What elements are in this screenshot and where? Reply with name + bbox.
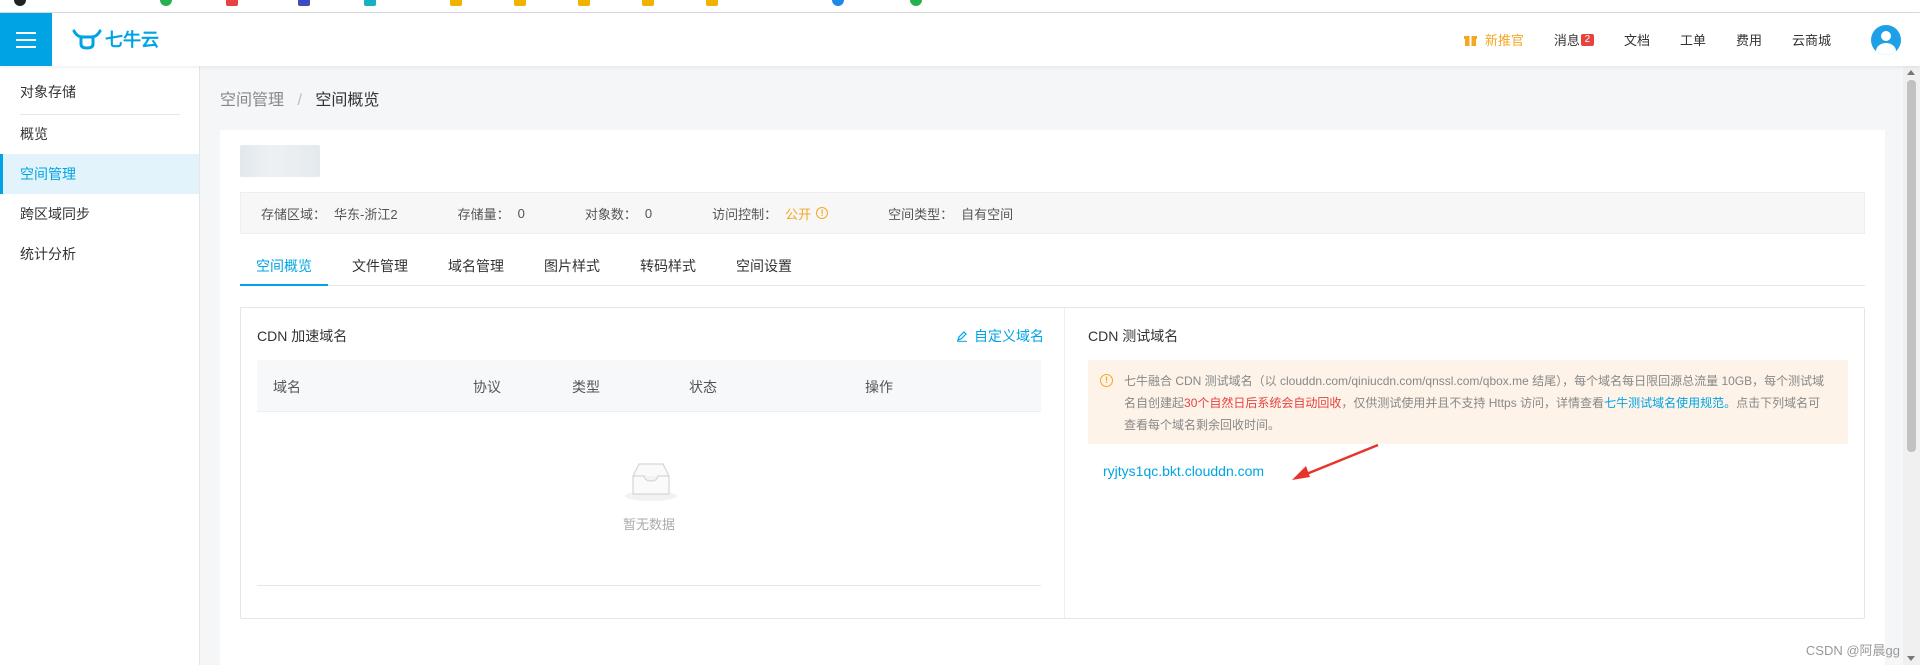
- nav-marketplace-link[interactable]: 云商城: [1792, 30, 1831, 49]
- sidebar: 对象存储 概览 空间管理 跨区域同步 统计分析: [0, 66, 200, 665]
- custom-domain-link[interactable]: 自定义域名: [956, 326, 1044, 346]
- user-avatar[interactable]: [1871, 24, 1901, 55]
- bucket-info-bar: 存储区域： 华东-浙江2 存储量： 0 对象数： 0 访问控制： 公开 ! 空间…: [240, 192, 1865, 234]
- cdn-domains-title: CDN 加速域名: [257, 328, 348, 344]
- info-objects-label: 对象数：: [584, 206, 637, 222]
- breadcrumb: 空间管理 / 空间概览: [220, 86, 379, 110]
- test-domain-policy-link[interactable]: 七牛测试域名使用规范。: [1604, 396, 1736, 410]
- bookmark-icon[interactable]: [832, 0, 844, 6]
- nav-promo-label: 新推官: [1484, 33, 1524, 48]
- nav-tickets-link[interactable]: 工单: [1680, 30, 1706, 49]
- cdn-domains-empty-state: 暂无数据: [257, 412, 1041, 586]
- page-scrollbar[interactable]: [1903, 66, 1920, 665]
- cdn-test-title: CDN 测试域名: [1088, 328, 1179, 344]
- sidebar-item-overview[interactable]: 概览: [0, 114, 199, 154]
- bucket-overview-card: 存储区域： 华东-浙江2 存储量： 0 对象数： 0 访问控制： 公开 ! 空间…: [220, 130, 1885, 665]
- browser-bookmark-bar: [0, 0, 1920, 13]
- scroll-up-arrow[interactable]: [1907, 70, 1915, 75]
- info-objects: 对象数： 0: [585, 204, 652, 223]
- info-access: 访问控制： 公开 !: [712, 204, 829, 223]
- info-region-label: 存储区域：: [261, 206, 327, 222]
- warning-info-icon: !: [1100, 374, 1113, 387]
- tab-domain-management[interactable]: 域名管理: [432, 250, 520, 286]
- logo-text: 七牛云: [105, 30, 159, 50]
- scroll-down-arrow[interactable]: [1907, 656, 1915, 661]
- gift-icon: [1463, 33, 1477, 47]
- info-circle-icon[interactable]: !: [816, 207, 829, 219]
- breadcrumb-current: 空间概览: [315, 92, 380, 109]
- notice-text-warning: 30个自然日后系统会自动回收: [1184, 396, 1342, 410]
- tab-overview[interactable]: 空间概览: [240, 250, 328, 286]
- menu-line: [16, 31, 36, 34]
- custom-domain-label: 自定义域名: [974, 328, 1044, 344]
- nav-billing-link[interactable]: 费用: [1736, 30, 1762, 49]
- annotation-arrow: [1292, 443, 1379, 480]
- column-header-type: 类型: [572, 379, 600, 395]
- bookmark-icon[interactable]: [364, 0, 376, 6]
- sidebar-item-cross-region-sync[interactable]: 跨区域同步: [0, 194, 199, 234]
- nav-messages-label: 消息: [1553, 33, 1580, 48]
- qiniu-bull-icon: [72, 29, 102, 50]
- bookmark-icon[interactable]: [298, 0, 310, 6]
- top-header: 七牛云 新推官 消息 2 文档 工单 费用 云商城: [0, 13, 1920, 66]
- column-header-protocol: 协议: [473, 379, 501, 395]
- bookmark-icon[interactable]: [450, 0, 462, 6]
- test-domain-notice: ! 七牛融合 CDN 测试域名（以 clouddn.com/qiniucdn.c…: [1088, 360, 1848, 444]
- breadcrumb-separator: /: [297, 92, 302, 109]
- nav-docs-link[interactable]: 文档: [1624, 30, 1650, 49]
- cdn-domains-section: CDN 加速域名 自定义域名 域名 协议 类型 状态 操作 暂无数据: [241, 308, 1065, 618]
- bookmark-icon[interactable]: [14, 0, 26, 6]
- info-region-value: 华东-浙江2: [334, 206, 398, 222]
- tab-transcode-styles[interactable]: 转码样式: [624, 250, 712, 286]
- cdn-test-domains-section: CDN 测试域名 ! 七牛融合 CDN 测试域名（以 clouddn.com/q…: [1066, 308, 1864, 618]
- info-storage-value: 0: [517, 205, 525, 221]
- qiniu-logo[interactable]: 七牛云: [72, 26, 159, 52]
- info-storage-label: 存储量：: [457, 206, 510, 222]
- cdn-domains-table-header: 域名 协议 类型 状态 操作: [257, 360, 1041, 412]
- scroll-thumb[interactable]: [1907, 80, 1916, 452]
- bookmark-icon[interactable]: [160, 0, 172, 6]
- info-access-label: 访问控制：: [712, 206, 778, 222]
- column-header-actions: 操作: [865, 379, 893, 395]
- info-objects-value: 0: [644, 205, 653, 221]
- bookmark-icon[interactable]: [706, 0, 718, 6]
- column-header-status: 状态: [689, 379, 717, 395]
- info-type-label: 空间类型：: [888, 206, 954, 222]
- info-region: 存储区域： 华东-浙江2: [261, 204, 398, 223]
- bookmark-icon[interactable]: [642, 0, 654, 6]
- edit-pencil-icon: [957, 331, 967, 342]
- bookmark-icon[interactable]: [578, 0, 590, 6]
- info-access-value: 公开: [785, 206, 812, 222]
- menu-line: [16, 45, 36, 48]
- sidebar-item-bucket-management[interactable]: 空间管理: [0, 154, 199, 194]
- column-header-domain: 域名: [273, 379, 301, 395]
- info-storage: 存储量： 0: [458, 204, 525, 223]
- menu-line: [16, 38, 36, 41]
- info-type-value: 自有空间: [961, 206, 1014, 222]
- cdn-panel: CDN 加速域名 自定义域名 域名 协议 类型 状态 操作 暂无数据 CDN 测…: [240, 307, 1865, 619]
- empty-state-text: 暂无数据: [622, 517, 675, 532]
- tab-image-styles[interactable]: 图片样式: [528, 250, 616, 286]
- breadcrumb-parent-link[interactable]: 空间管理: [220, 92, 284, 109]
- bookmark-icon[interactable]: [910, 0, 922, 6]
- info-type: 空间类型： 自有空间: [888, 204, 1013, 223]
- tab-file-management[interactable]: 文件管理: [336, 250, 424, 286]
- sidebar-item-statistics[interactable]: 统计分析: [0, 234, 199, 274]
- test-domain-link[interactable]: ryjtys1qc.bkt.clouddn.com: [1103, 463, 1264, 479]
- hamburger-menu-button[interactable]: [0, 13, 52, 66]
- message-count-badge: 2: [1580, 33, 1594, 46]
- notice-text-2: ，仅供测试使用并且不支持 Https 访问，详情查看: [1341, 396, 1605, 410]
- bookmark-icon[interactable]: [514, 0, 526, 6]
- empty-inbox-icon: [625, 463, 677, 501]
- bookmark-icon[interactable]: [226, 0, 238, 6]
- bucket-tabs: 空间概览 文件管理 域名管理 图片样式 转码样式 空间设置: [240, 250, 1865, 286]
- bucket-name-redacted: [240, 145, 320, 177]
- sidebar-title: 对象存储: [20, 84, 76, 100]
- nav-promo-link[interactable]: 新推官: [1463, 30, 1524, 49]
- header-nav: 新推官 消息 2 文档 工单 费用 云商城: [1434, 13, 1920, 66]
- csdn-watermark: CSDN @阿晨gg: [1805, 643, 1900, 658]
- nav-messages-link[interactable]: 消息 2: [1554, 30, 1594, 49]
- tab-bucket-settings[interactable]: 空间设置: [720, 250, 808, 286]
